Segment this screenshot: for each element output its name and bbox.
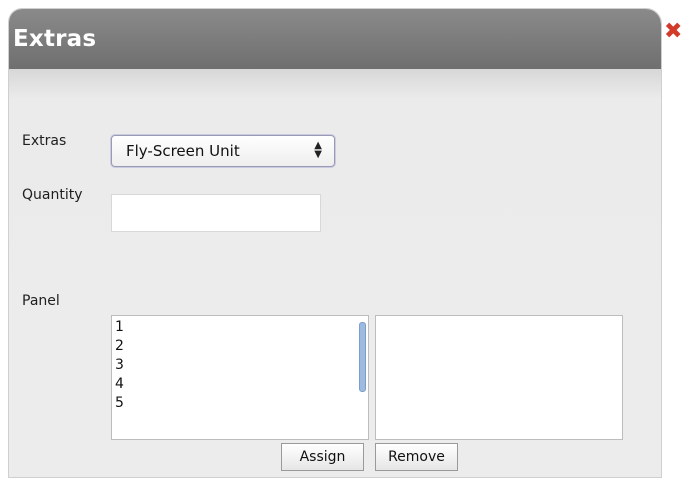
panel-assigned-list[interactable]	[375, 315, 623, 440]
panel-option[interactable]: 5	[115, 394, 368, 413]
quantity-label: Quantity	[22, 187, 83, 203]
remove-button[interactable]: Remove	[375, 443, 458, 471]
dialog-title-bar: Extras	[9, 9, 661, 69]
panel-option[interactable]: 1	[115, 318, 368, 337]
panel-option[interactable]: 2	[115, 337, 368, 356]
extras-dialog: Extras Extras Fly-Screen Unit ▲ ▼ Quantit…	[8, 8, 662, 478]
panel-option[interactable]: 3	[115, 356, 368, 375]
panel-available-list[interactable]: 1 2 3 4 5	[111, 315, 369, 440]
select-updown-icon: ▲ ▼	[314, 140, 322, 160]
quantity-input[interactable]	[111, 194, 321, 232]
extras-select-value: Fly-Screen Unit	[126, 142, 240, 160]
extras-label: Extras	[22, 133, 67, 149]
close-x-icon[interactable]: ✖	[664, 22, 682, 42]
extras-select[interactable]: Fly-Screen Unit ▲ ▼	[111, 135, 335, 167]
assign-button[interactable]: Assign	[281, 443, 364, 471]
scrollbar-thumb[interactable]	[359, 322, 366, 392]
panel-option[interactable]: 4	[115, 375, 368, 394]
dialog-title: Extras	[13, 26, 97, 52]
panel-list-scrollbar[interactable]	[358, 318, 366, 436]
panel-label: Panel	[22, 293, 60, 309]
